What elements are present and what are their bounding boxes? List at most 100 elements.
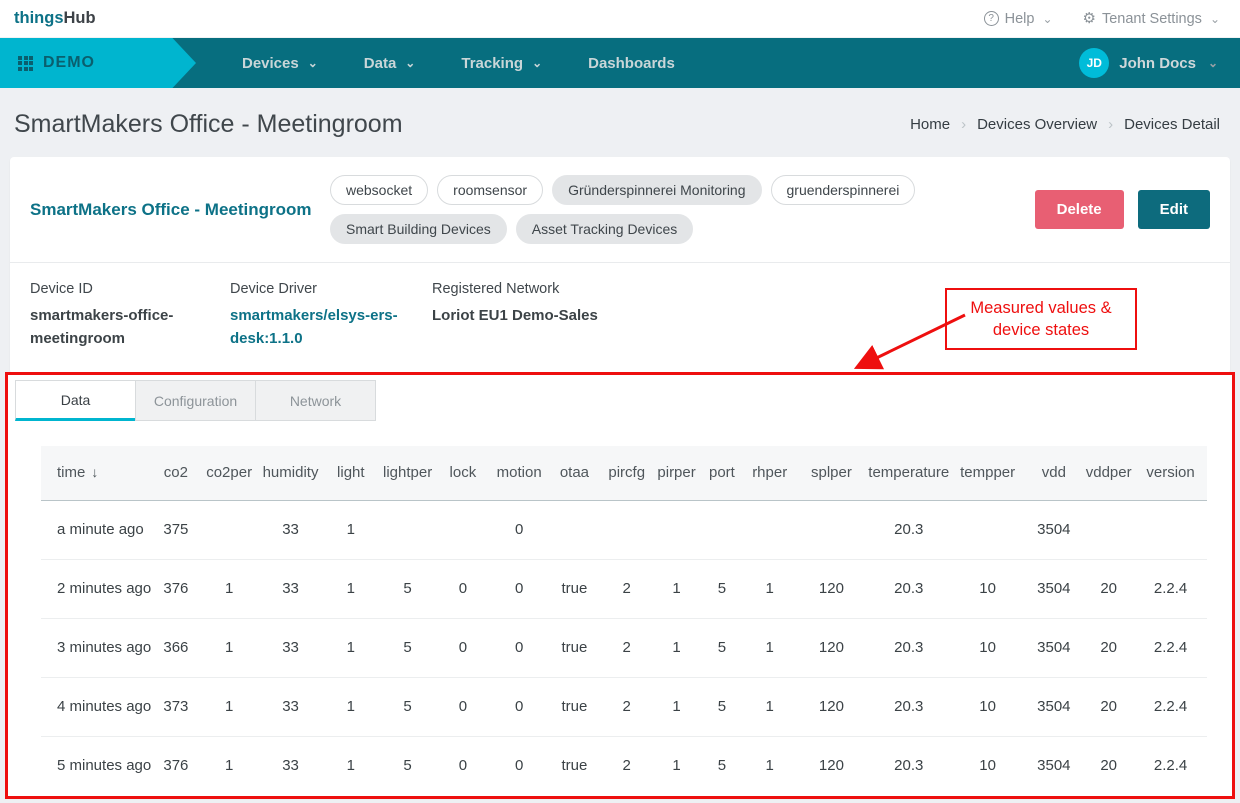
column-header-pirper[interactable]: pirper (653, 446, 701, 500)
column-header-temperature[interactable]: temperature (867, 446, 951, 500)
cell-pirper: 1 (653, 736, 701, 795)
help-icon: ? (984, 11, 999, 26)
device-name: SmartMakers Office - Meetingroom (30, 200, 330, 220)
cell-temperature: 20.3 (867, 736, 951, 795)
breadcrumb-item: Devices Detail (1124, 116, 1220, 133)
column-header-time[interactable]: time↓ (41, 446, 153, 500)
nav-item-label: Devices (242, 55, 299, 72)
table-header-row: time↓co2co2perhumiditylightlightperlockm… (41, 446, 1207, 500)
column-header-otaa[interactable]: otaa (548, 446, 601, 500)
column-header-vddper[interactable]: vddper (1083, 446, 1134, 500)
column-header-rhper[interactable]: rhper (743, 446, 796, 500)
tenant-settings-menu[interactable]: ⚙ Tenant Settings ⌄ (1083, 11, 1220, 27)
cell-pircfg: 2 (601, 559, 653, 618)
annotation-line-2: device states (993, 319, 1089, 341)
cell-motion: 0 (490, 500, 548, 559)
field-value: Loriot EU1 Demo-Sales (432, 305, 598, 328)
cell-splper: 120 (796, 618, 867, 677)
column-header-pircfg[interactable]: pircfg (601, 446, 653, 500)
column-label: port (709, 464, 735, 481)
cell-tempper: 10 (951, 618, 1025, 677)
device-field: Registered NetworkLoriot EU1 Demo-Sales (432, 281, 598, 350)
user-menu[interactable]: JD John Docs ⌄ (1079, 48, 1218, 78)
nav-item-dashboards[interactable]: Dashboards (588, 55, 675, 72)
cell-lock: 0 (436, 677, 491, 736)
nav-item-label: Data (364, 55, 397, 72)
breadcrumb-item[interactable]: Home (910, 116, 950, 133)
column-label: vddper (1086, 464, 1132, 481)
cell-rhper: 1 (743, 559, 796, 618)
column-header-co2[interactable]: co2 (153, 446, 200, 500)
column-label: temperature (868, 464, 949, 481)
column-label: motion (497, 464, 542, 481)
column-header-lock[interactable]: lock (436, 446, 491, 500)
app-logo[interactable]: thingsHub (14, 9, 96, 28)
cell-port: 5 (701, 736, 744, 795)
device-field: Device IDsmartmakers-office-meetingroom (30, 281, 230, 350)
chevron-down-icon: ⌄ (405, 56, 415, 70)
cell-co2: 366 (153, 618, 200, 677)
tab-configuration[interactable]: Configuration (135, 380, 256, 421)
nav-item-label: Tracking (461, 55, 523, 72)
help-menu[interactable]: ? Help ⌄ (984, 11, 1053, 27)
cell-humidity: 33 (259, 618, 322, 677)
column-header-humidity[interactable]: humidity (259, 446, 322, 500)
cell-pirper: 1 (653, 677, 701, 736)
cell-light: 1 (322, 559, 380, 618)
column-header-light[interactable]: light (322, 446, 380, 500)
table-row: 2 minutes ago3761331500true215112020.310… (41, 559, 1207, 618)
cell-splper: 120 (796, 736, 867, 795)
column-label: humidity (263, 464, 319, 481)
cell-time: 4 minutes ago (41, 677, 153, 736)
edit-button[interactable]: Edit (1138, 190, 1210, 229)
cell-co2per: 1 (199, 677, 259, 736)
column-header-tempper[interactable]: tempper (951, 446, 1025, 500)
workspace-selector[interactable]: DEMO (0, 38, 196, 88)
column-header-port[interactable]: port (701, 446, 744, 500)
device-field: Device Driversmartmakers/elsys-ers-desk:… (230, 281, 432, 350)
table-row: 3 minutes ago3661331500true215112020.310… (41, 618, 1207, 677)
cell-time: 3 minutes ago (41, 618, 153, 677)
cell-otaa: true (548, 618, 601, 677)
column-label: version (1146, 464, 1194, 481)
column-header-vdd[interactable]: vdd (1025, 446, 1084, 500)
nav-item-tracking[interactable]: Tracking⌄ (461, 55, 542, 72)
cell-light: 1 (322, 500, 380, 559)
cell-humidity: 33 (259, 500, 322, 559)
cell-lock: 0 (436, 618, 491, 677)
nav-item-data[interactable]: Data ⌄ (364, 55, 416, 72)
cell-vddper: 20 (1083, 618, 1134, 677)
tab-data[interactable]: Data (15, 380, 136, 421)
device-tag: Smart Building Devices (330, 214, 507, 244)
cell-rhper (743, 500, 796, 559)
cell-co2per (199, 500, 259, 559)
column-label: splper (811, 464, 852, 481)
column-label: pirper (657, 464, 695, 481)
chevron-down-icon: ⌄ (1042, 12, 1052, 26)
column-header-version[interactable]: version (1134, 446, 1207, 500)
cell-port (701, 500, 744, 559)
column-header-co2per[interactable]: co2per (199, 446, 259, 500)
delete-button[interactable]: Delete (1035, 190, 1124, 229)
cell-version: 2.2.4 (1134, 559, 1207, 618)
device-tag: roomsensor (437, 175, 543, 205)
workspace-label: DEMO (43, 54, 95, 72)
avatar: JD (1079, 48, 1109, 78)
brand-things: things (14, 9, 64, 27)
cell-otaa: true (548, 559, 601, 618)
cell-lightper (380, 500, 436, 559)
column-header-splper[interactable]: splper (796, 446, 867, 500)
cell-vddper: 20 (1083, 677, 1134, 736)
tab-network[interactable]: Network (255, 380, 376, 421)
column-label: tempper (960, 464, 1015, 481)
column-label: time (57, 464, 85, 481)
breadcrumb-item[interactable]: Devices Overview (977, 116, 1097, 133)
field-value[interactable]: smartmakers/elsys-ers-desk:1.1.0 (230, 305, 412, 350)
cell-pircfg: 2 (601, 736, 653, 795)
nav-item-devices[interactable]: Devices⌄ (242, 55, 318, 72)
column-header-motion[interactable]: motion (490, 446, 548, 500)
cell-otaa: true (548, 736, 601, 795)
cell-lock: 0 (436, 736, 491, 795)
column-header-lightper[interactable]: lightper (380, 446, 436, 500)
cell-motion: 0 (490, 559, 548, 618)
